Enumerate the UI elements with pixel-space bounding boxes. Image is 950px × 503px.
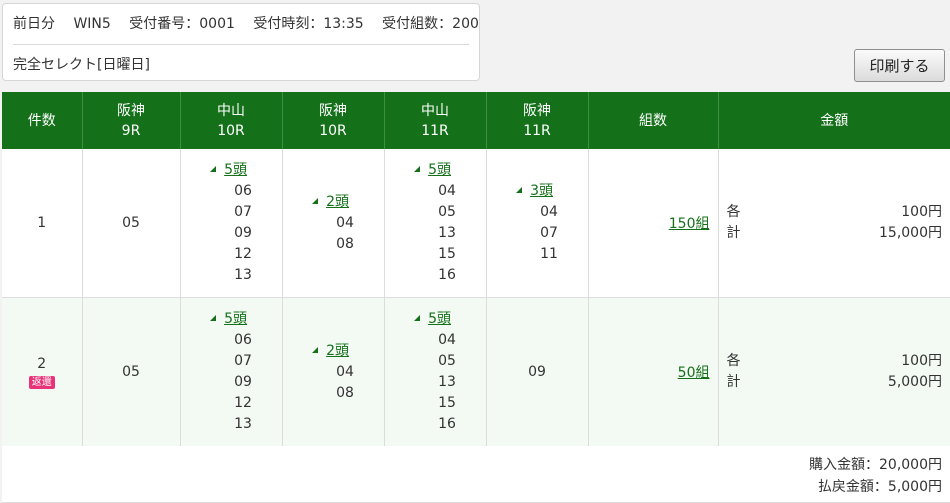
- horse-number: 05: [438, 353, 456, 369]
- total-amount: 5,000円: [887, 374, 942, 390]
- receipt-time: 受付時刻：13:35: [253, 16, 364, 32]
- horse-number: 04: [438, 332, 456, 348]
- expand-triangle-icon: [312, 346, 319, 353]
- combo-count: 受付組数：200: [382, 16, 479, 32]
- race-1-selection: 05: [81, 149, 180, 298]
- horse-number: 16: [438, 267, 456, 283]
- horse-number: 09: [234, 225, 252, 241]
- horse-number: 06: [234, 332, 252, 348]
- expand-triangle-icon: [210, 315, 217, 321]
- race-2-selection: 5頭 06 07 09 12 13: [179, 149, 282, 298]
- print-button[interactable]: 印刷する: [854, 49, 945, 82]
- table-header-row: 件数 阪神 9R 中山 10R 阪神 10R 中山 11R 阪神 11R 組数 金額: [2, 92, 950, 149]
- header-race-4: 中山 11R: [383, 92, 486, 149]
- horse-number: 16: [438, 416, 456, 432]
- header-kumi: 組数: [587, 92, 718, 149]
- horse-number: 13: [234, 416, 252, 432]
- horse-number: 12: [234, 246, 252, 262]
- horse-number: 08: [336, 384, 354, 401]
- header-amount: 金額: [717, 92, 950, 149]
- refund-badge: 返還: [28, 375, 55, 389]
- expand-triangle-icon: [414, 315, 421, 321]
- each-label: 各: [726, 204, 741, 220]
- row-number: 2 返還: [2, 297, 82, 447]
- horse-number: 04: [336, 214, 354, 231]
- info-divider: [13, 44, 469, 45]
- horse-number: 13: [438, 374, 456, 390]
- horse-number: 11: [540, 246, 558, 262]
- horse-number: 07: [540, 225, 558, 241]
- expand-triangle-icon: [210, 166, 217, 172]
- horse-number: 04: [540, 204, 558, 220]
- each-amount: 100円: [901, 204, 942, 220]
- expand-triangle-icon: [516, 187, 523, 193]
- selection-mode: 完全セレクト[日曜日]: [13, 57, 150, 73]
- kumi-link[interactable]: 150組: [669, 216, 710, 232]
- race-4-selection: 5頭 04 05 13 15 16: [383, 297, 486, 447]
- horse-count-link[interactable]: 5頭: [428, 311, 451, 327]
- race-3-selection: 2頭 04 08: [281, 297, 384, 447]
- horse-count-link[interactable]: 5頭: [428, 162, 451, 178]
- header-race-1: 阪神 9R: [81, 92, 180, 149]
- row-number: 1: [2, 149, 82, 298]
- horse-number: 04: [438, 183, 456, 199]
- totals-panel: 購入金額：20,000円 払戻金額：5,000円: [2, 446, 950, 503]
- race-5-selection: 3頭 04 07 11: [485, 149, 588, 298]
- race-3-selection: 2頭 04 08: [281, 149, 384, 298]
- horse-number: 07: [234, 353, 252, 369]
- total-label: 計: [726, 374, 741, 390]
- expand-triangle-icon: [414, 166, 421, 172]
- race-4-selection: 5頭 04 05 13 15 16: [383, 149, 486, 298]
- total-label: 計: [726, 225, 741, 241]
- table-row: 1 05 5頭 06 07 09 12 13 2頭 04 08 5頭 04 05…: [2, 149, 950, 298]
- horse-number: 15: [438, 246, 456, 262]
- kumi-cell: 50組: [587, 297, 718, 447]
- bet-table: 件数 阪神 9R 中山 10R 阪神 10R 中山 11R 阪神 11R 組数 金額 1 …: [2, 92, 950, 447]
- kumi-link[interactable]: 50組: [678, 365, 710, 381]
- purchase-amount: 購入金額：20,000円: [809, 457, 942, 473]
- header-race-5: 阪神 11R: [485, 92, 588, 149]
- horse-number: 15: [438, 395, 456, 411]
- kumi-cell: 150組: [587, 149, 718, 298]
- amount-cell: 各 計 100円 5,000円: [717, 297, 950, 447]
- race-1-selection: 05: [81, 297, 180, 447]
- amount-cell: 各 計 100円 15,000円: [717, 149, 950, 298]
- horse-count-link[interactable]: 5頭: [224, 311, 247, 327]
- race-5-selection: 09: [485, 297, 588, 447]
- refund-amount: 払戻金額：5,000円: [817, 479, 942, 495]
- horse-number: 06: [234, 183, 252, 199]
- ticket-info-panel: 前日分 WIN5 受付番号：0001 受付時刻：13:35 受付組数：200 完…: [2, 3, 480, 81]
- header-race-3: 阪神 10R: [281, 92, 384, 149]
- bet-type-label: WIN5: [73, 16, 111, 32]
- day-label: 前日分: [13, 16, 55, 32]
- horse-number: 07: [234, 204, 252, 220]
- ticket-info-summary: 前日分 WIN5 受付番号：0001 受付時刻：13:35 受付組数：200: [13, 13, 493, 33]
- horse-count-link[interactable]: 5頭: [224, 162, 247, 178]
- race-2-selection: 5頭 06 07 09 12 13: [179, 297, 282, 447]
- total-amount: 15,000円: [879, 225, 942, 241]
- table-row: 2 返還 05 5頭 06 07 09 12 13 2頭 04 08 5頭 04…: [2, 297, 950, 447]
- horse-number: 09: [234, 374, 252, 390]
- horse-number: 04: [336, 363, 354, 380]
- horse-count-link[interactable]: 3頭: [530, 183, 553, 199]
- horse-number: 13: [438, 225, 456, 241]
- each-label: 各: [726, 353, 741, 369]
- horse-count-link[interactable]: 2頭: [326, 343, 349, 359]
- horse-number: 05: [438, 204, 456, 220]
- receipt-number: 受付番号：0001: [129, 16, 235, 32]
- header-count: 件数: [2, 92, 82, 149]
- each-amount: 100円: [901, 353, 942, 369]
- horse-number: 12: [234, 395, 252, 411]
- horse-number: 13: [234, 267, 252, 283]
- header-race-2: 中山 10R: [179, 92, 282, 149]
- horse-number: 08: [336, 235, 354, 252]
- expand-triangle-icon: [312, 197, 319, 204]
- horse-count-link[interactable]: 2頭: [326, 194, 349, 210]
